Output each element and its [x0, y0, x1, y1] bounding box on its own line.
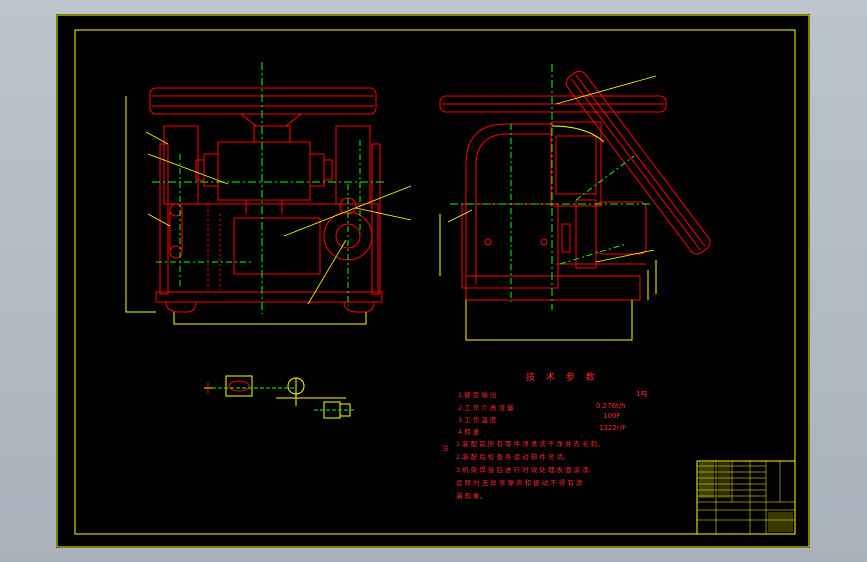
tech-params-title: 技 术 参 数	[526, 373, 599, 383]
spec-value: 1吨	[636, 390, 648, 398]
notes-prefix: 注	[442, 444, 449, 452]
note-line: 漏 现 象。	[456, 492, 487, 500]
outer-border	[56, 14, 810, 548]
spec-value: 0.276t/h	[596, 402, 626, 410]
note-line: 2.装 配 后 检 查 各 运 动 部 件 灵 活。	[456, 453, 570, 461]
spec-label: 2.工 作 介 质 流 量	[458, 404, 514, 412]
cad-drawing	[56, 14, 810, 548]
note-line: 1.装 配 前,所 有 零 件 须 清 洗 干 净 并 去 毛 刺。	[456, 440, 604, 448]
transmission-schematic	[204, 375, 356, 419]
spec-value: 100F	[603, 412, 621, 420]
title-block	[696, 460, 796, 535]
spec-label: 3.工 作 温 度	[458, 416, 497, 424]
note-line: 3.机 架 焊 接 后 进 行 时 效 处 理,表 面 涂 漆,	[456, 466, 591, 474]
spec-value: 1322r/F	[599, 424, 627, 432]
spec-label: 4.转 速	[458, 428, 480, 436]
front-view	[125, 62, 412, 325]
cad-viewport[interactable]: 技 术 参 数 1.额 定 输 出 1吨 2.工 作 介 质 流 量 0.276…	[56, 14, 810, 548]
side-view	[439, 64, 711, 341]
spec-label: 1.额 定 输 出	[458, 391, 497, 399]
note-line: 运 转 时 无 异 常 噪 声 和 振 动,不 得 有 渗	[456, 479, 583, 487]
